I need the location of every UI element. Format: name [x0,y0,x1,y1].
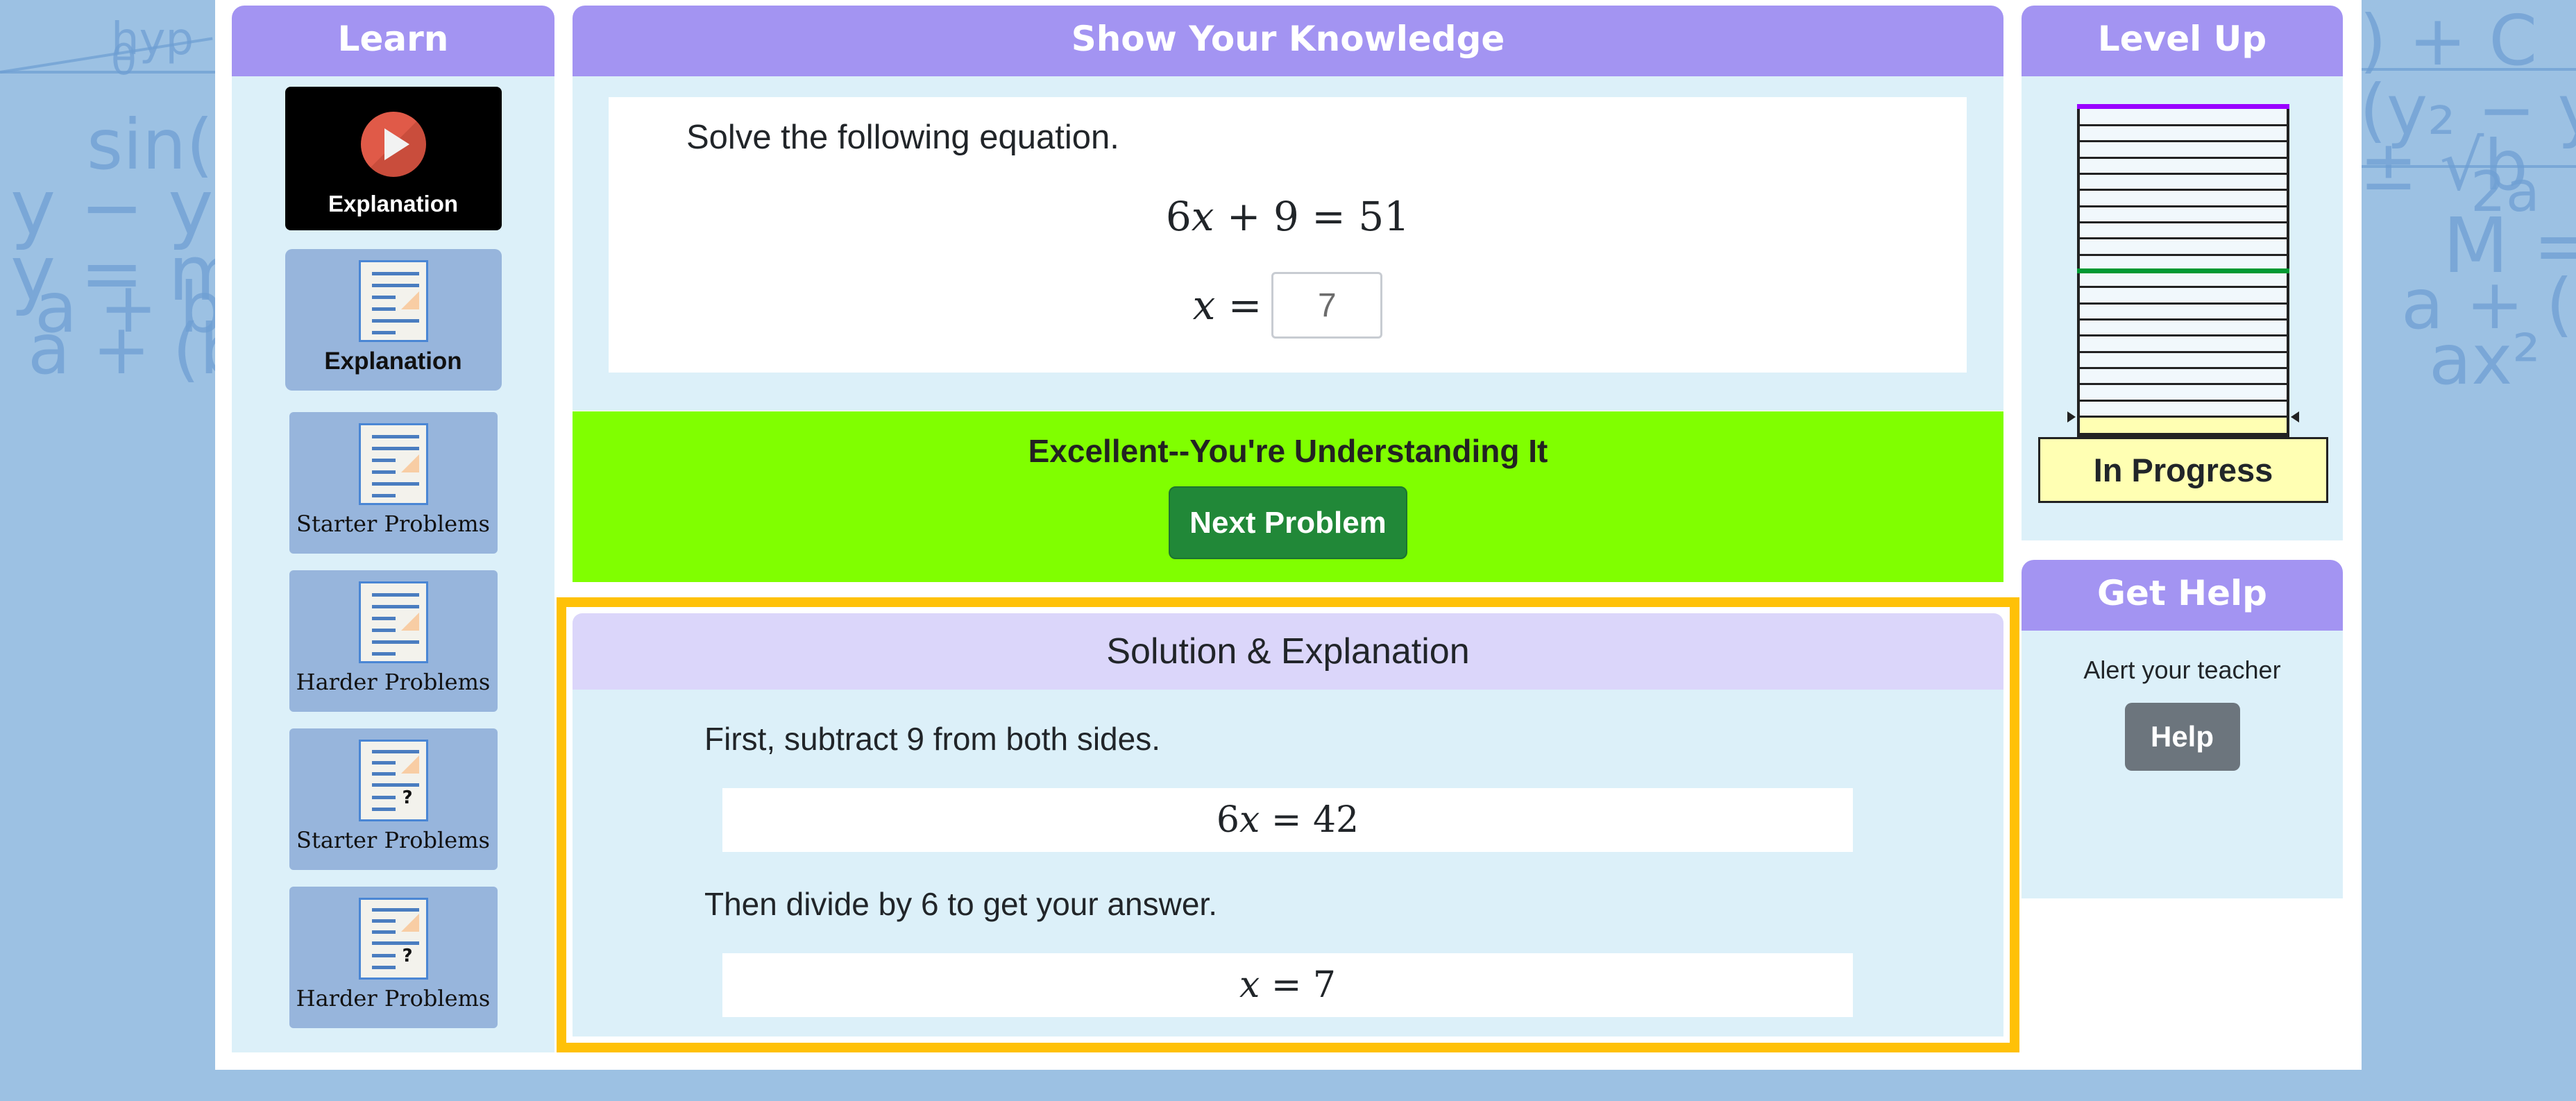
answer-input[interactable] [1271,272,1383,339]
document-icon [358,260,428,342]
level-meter-row-line [2080,205,2287,207]
starter-problems-practice-tile[interactable]: ? Starter Problems [289,728,498,870]
doodle: a + b [35,267,224,348]
level-meter-row-line [2080,367,2287,370]
solution-step-math: 6x = 42 [722,788,1853,852]
level-pointer-left-icon [2067,411,2076,423]
doodle: ax² [2429,319,2541,400]
level-meter-target-line [2077,268,2289,273]
knowledge-title: Show Your Knowledge [573,6,2003,76]
tile-label: Explanation [328,191,459,216]
tile-label: Harder Problems [296,985,491,1012]
solution-panel: Solution & Explanation First, subtract 9… [573,613,2003,1036]
document-explanation-tile[interactable]: Explanation [285,249,502,391]
equation: 6x + 9 = 51 [1165,193,1410,240]
doodle: hyp [111,14,194,65]
learn-panel: Learn Explanation Explanation Starter Pr… [232,6,554,1052]
video-play-icon [360,112,426,177]
question-box: Solve the following equation. 6x + 9 = 5… [609,97,1967,373]
learn-title: Learn [232,6,554,76]
level-meter-row-line [2080,334,2287,337]
harder-problems-practice-tile[interactable]: ? Harder Problems [289,887,498,1028]
level-meter-row-line [2080,302,2287,305]
level-meter-row-line [2080,286,2287,289]
level-meter-row-line [2080,123,2287,126]
level-meter-row-line [2080,156,2287,159]
level-meter [2067,104,2299,437]
level-pointer-right-icon [2291,411,2299,423]
get-help-panel: Get Help Alert your teacher Help [2022,560,2343,898]
feedback-banner: Excellent--You're Understanding It Next … [573,411,2003,582]
solution-title: Solution & Explanation [573,613,2003,690]
feedback-message: Excellent--You're Understanding It [1028,433,1548,469]
level-meter-row-line [2080,350,2287,353]
get-help-title: Get Help [2022,560,2343,631]
level-meter-row-line [2080,416,2287,418]
learn-body: Explanation Explanation Starter Problems… [232,76,554,1052]
doodle: y = m [10,229,243,318]
tile-label: Starter Problems [296,511,490,537]
level-meter-row-line [2080,140,2287,143]
help-button[interactable]: Help [2124,703,2240,771]
doodle: 2a [2471,160,2540,224]
doodle: a + (b [28,309,244,390]
level-up-panel: Level Up In Progress [2022,6,2343,540]
tile-label: Starter Problems [296,827,490,853]
doodle: a + (b [2401,264,2576,345]
knowledge-panel: Show Your Knowledge Solve the following … [557,6,2019,1052]
level-meter-row-line [2080,253,2287,256]
doodle: sin( [87,104,214,185]
level-meter-top-line [2077,104,2289,109]
level-meter-row-line [2080,172,2287,175]
document-icon [358,423,428,505]
answer-label: x = [1192,282,1262,329]
question-area: Solve the following equation. 6x + 9 = 5… [573,76,2003,411]
answer-row: x = [609,272,1967,339]
level-meter-row-line [2080,318,2287,321]
harder-problems-tile[interactable]: Harder Problems [289,570,498,712]
document-icon [358,581,428,663]
level-up-title: Level Up [2022,6,2343,76]
level-meter-row-line [2080,383,2287,386]
alert-teacher-text: Alert your teacher [2083,656,2281,684]
doodle: M = [2443,201,2576,290]
video-explanation-tile[interactable]: Explanation [285,87,502,230]
tile-label: Harder Problems [296,669,491,695]
solution-step-math: x = 7 [722,953,1853,1017]
page-container: Learn Explanation Explanation Starter Pr… [215,0,2362,1070]
doodle: y − y [10,163,214,252]
next-problem-button[interactable]: Next Problem [1169,486,1407,559]
doodle: θ [111,36,137,85]
document-question-icon: ? [358,898,428,980]
level-meter-row-line [2080,399,2287,402]
level-meter-row-line [2080,221,2287,223]
solution-highlight-frame: Solution & Explanation First, subtract 9… [557,597,2019,1052]
level-meter-row-line [2080,189,2287,191]
doodle: (y₂ − y₁) [2359,69,2576,151]
starter-problems-tile[interactable]: Starter Problems [289,412,498,554]
solution-body: First, subtract 9 from both sides. 6x = … [573,690,2003,1036]
solution-step-text: Then divide by 6 to get your answer. [704,886,1217,922]
level-meter-row-line [2080,237,2287,240]
document-question-icon: ? [358,740,428,821]
level-status-badge: In Progress [2038,437,2328,503]
question-prompt: Solve the following equation. [686,119,1119,156]
right-column: Level Up In Progress Get Help Alert your… [2022,6,2343,898]
solution-step-text: First, subtract 9 from both sides. [704,721,1161,757]
tile-label: Explanation [324,348,462,375]
